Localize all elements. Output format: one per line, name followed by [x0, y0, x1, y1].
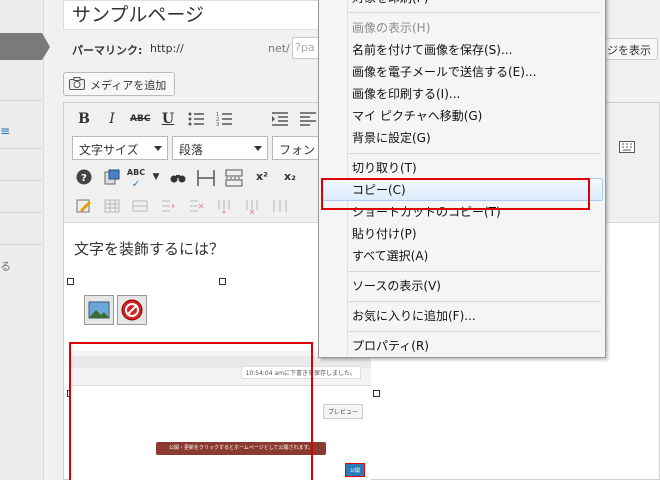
sidebar-divider	[0, 180, 42, 181]
menu-item-email-image[interactable]: 画像を電子メールで送信する(E)...	[352, 61, 536, 83]
sidebar-link-fragment[interactable]: ≡	[0, 124, 10, 138]
svg-text:3: 3	[216, 122, 219, 127]
split-cell-icon[interactable]	[270, 196, 290, 216]
menu-separator	[349, 153, 601, 154]
paste-word-icon[interactable]	[102, 167, 122, 187]
numbered-list-icon[interactable]: 123	[214, 109, 234, 129]
indent-icon[interactable]	[270, 109, 290, 129]
sidebar-divider	[0, 212, 42, 213]
menu-item-set-background[interactable]: 背景に設定(G)	[352, 127, 431, 149]
font-family-select[interactable]: フォント	[272, 136, 320, 160]
sidebar-divider	[0, 148, 42, 149]
bold-button[interactable]: B	[74, 109, 94, 129]
spellcheck-label: ABC	[126, 168, 146, 177]
chevron-down-icon	[154, 146, 162, 151]
delete-image-button[interactable]	[117, 295, 147, 325]
sidebar-divider	[0, 244, 42, 245]
svg-text:?: ?	[81, 173, 87, 184]
edit-image-button[interactable]	[84, 295, 114, 325]
menu-item-select-all[interactable]: すべて選択(A)	[352, 245, 428, 267]
menu-separator	[349, 301, 601, 302]
help-icon[interactable]: ?	[74, 167, 94, 187]
permalink-domain-suffix: net/	[268, 42, 290, 55]
subscript-button[interactable]: x₂	[280, 167, 300, 187]
paragraph-value: 段落	[179, 143, 204, 157]
insert-column-icon[interactable]	[214, 196, 234, 216]
menu-item-properties[interactable]: プロパティ(R)	[352, 335, 429, 357]
strikethrough-button[interactable]: ABC	[130, 109, 150, 129]
delete-column-icon[interactable]	[242, 196, 262, 216]
font-size-value: 文字サイズ	[79, 143, 139, 157]
image-red-outline	[69, 342, 313, 480]
sidebar-active-arrow	[42, 33, 50, 60]
menu-item-save-image[interactable]: 名前を付けて画像を保存(S)...	[352, 39, 512, 61]
insert-row-icon[interactable]	[158, 196, 178, 216]
menu-separator	[349, 12, 601, 13]
permalink-label: パーマリンク:	[72, 44, 143, 57]
resize-handle[interactable]	[67, 278, 74, 285]
menu-item-cut[interactable]: 切り取り(T)	[352, 157, 417, 179]
sidebar-text-fragment: る	[0, 260, 11, 273]
paragraph-select[interactable]: 段落	[172, 136, 268, 160]
edit-image-icon[interactable]	[74, 196, 94, 216]
menu-item-paste[interactable]: 貼り付け(P)	[352, 223, 417, 245]
font-family-value: フォント	[279, 143, 319, 157]
horizontal-rule-icon[interactable]	[196, 167, 216, 187]
permalink-url[interactable]: http://	[150, 42, 184, 55]
camera-icon	[69, 77, 85, 90]
menu-item-view-source[interactable]: ソースの表示(V)	[352, 275, 441, 297]
copy-red-outline	[321, 178, 590, 210]
sidebar-active-item[interactable]	[0, 33, 42, 60]
delete-row-icon[interactable]	[186, 196, 206, 216]
resize-handle[interactable]	[373, 390, 380, 397]
spellcheck-button[interactable]: ABC ✓	[126, 167, 146, 190]
table-row-icon[interactable]	[130, 196, 150, 216]
resize-handle[interactable]	[219, 278, 226, 285]
sidebar-divider	[0, 100, 42, 101]
superscript-button[interactable]: x²	[252, 167, 272, 187]
menu-item-show-image: 画像の表示(H)	[352, 21, 431, 35]
delete-icon	[121, 299, 143, 321]
bullet-list-icon[interactable]	[186, 109, 206, 129]
table-icon[interactable]	[102, 196, 122, 216]
add-media-button[interactable]: メディアを追加	[63, 72, 175, 96]
chevron-down-icon	[254, 146, 262, 151]
embedded-preview-button: プレビュー	[322, 404, 363, 419]
page-break-icon[interactable]	[224, 167, 244, 187]
add-media-label: メディアを追加	[90, 79, 167, 92]
font-size-select[interactable]: 文字サイズ	[72, 136, 168, 160]
menu-item-go-to-pictures[interactable]: マイ ピクチャへ移動(G)	[352, 105, 482, 127]
menu-separator	[349, 331, 601, 332]
chevron-down-icon[interactable]: ▼	[146, 167, 166, 187]
picture-icon	[88, 301, 110, 319]
menu-item-print-target[interactable]: 対象を印刷(P)	[352, 0, 429, 9]
underline-button[interactable]: U	[158, 109, 178, 129]
find-icon[interactable]	[168, 167, 188, 187]
keyboard-shortcuts-icon[interactable]	[619, 139, 635, 155]
align-left-icon[interactable]	[298, 109, 318, 129]
content-heading[interactable]: 文字を装飾するには？	[74, 238, 224, 259]
embedded-publish-button: 公開	[345, 463, 365, 477]
menu-item-print-image[interactable]: 画像を印刷する(I)...	[352, 83, 460, 105]
menu-item-add-favorites[interactable]: お気に入りに追加(F)...	[352, 305, 476, 327]
admin-sidebar: ≡ る	[0, 0, 50, 480]
post-title-input[interactable]: サンプルページ	[63, 0, 333, 30]
menu-separator	[349, 271, 601, 272]
italic-button[interactable]: I	[102, 109, 122, 129]
